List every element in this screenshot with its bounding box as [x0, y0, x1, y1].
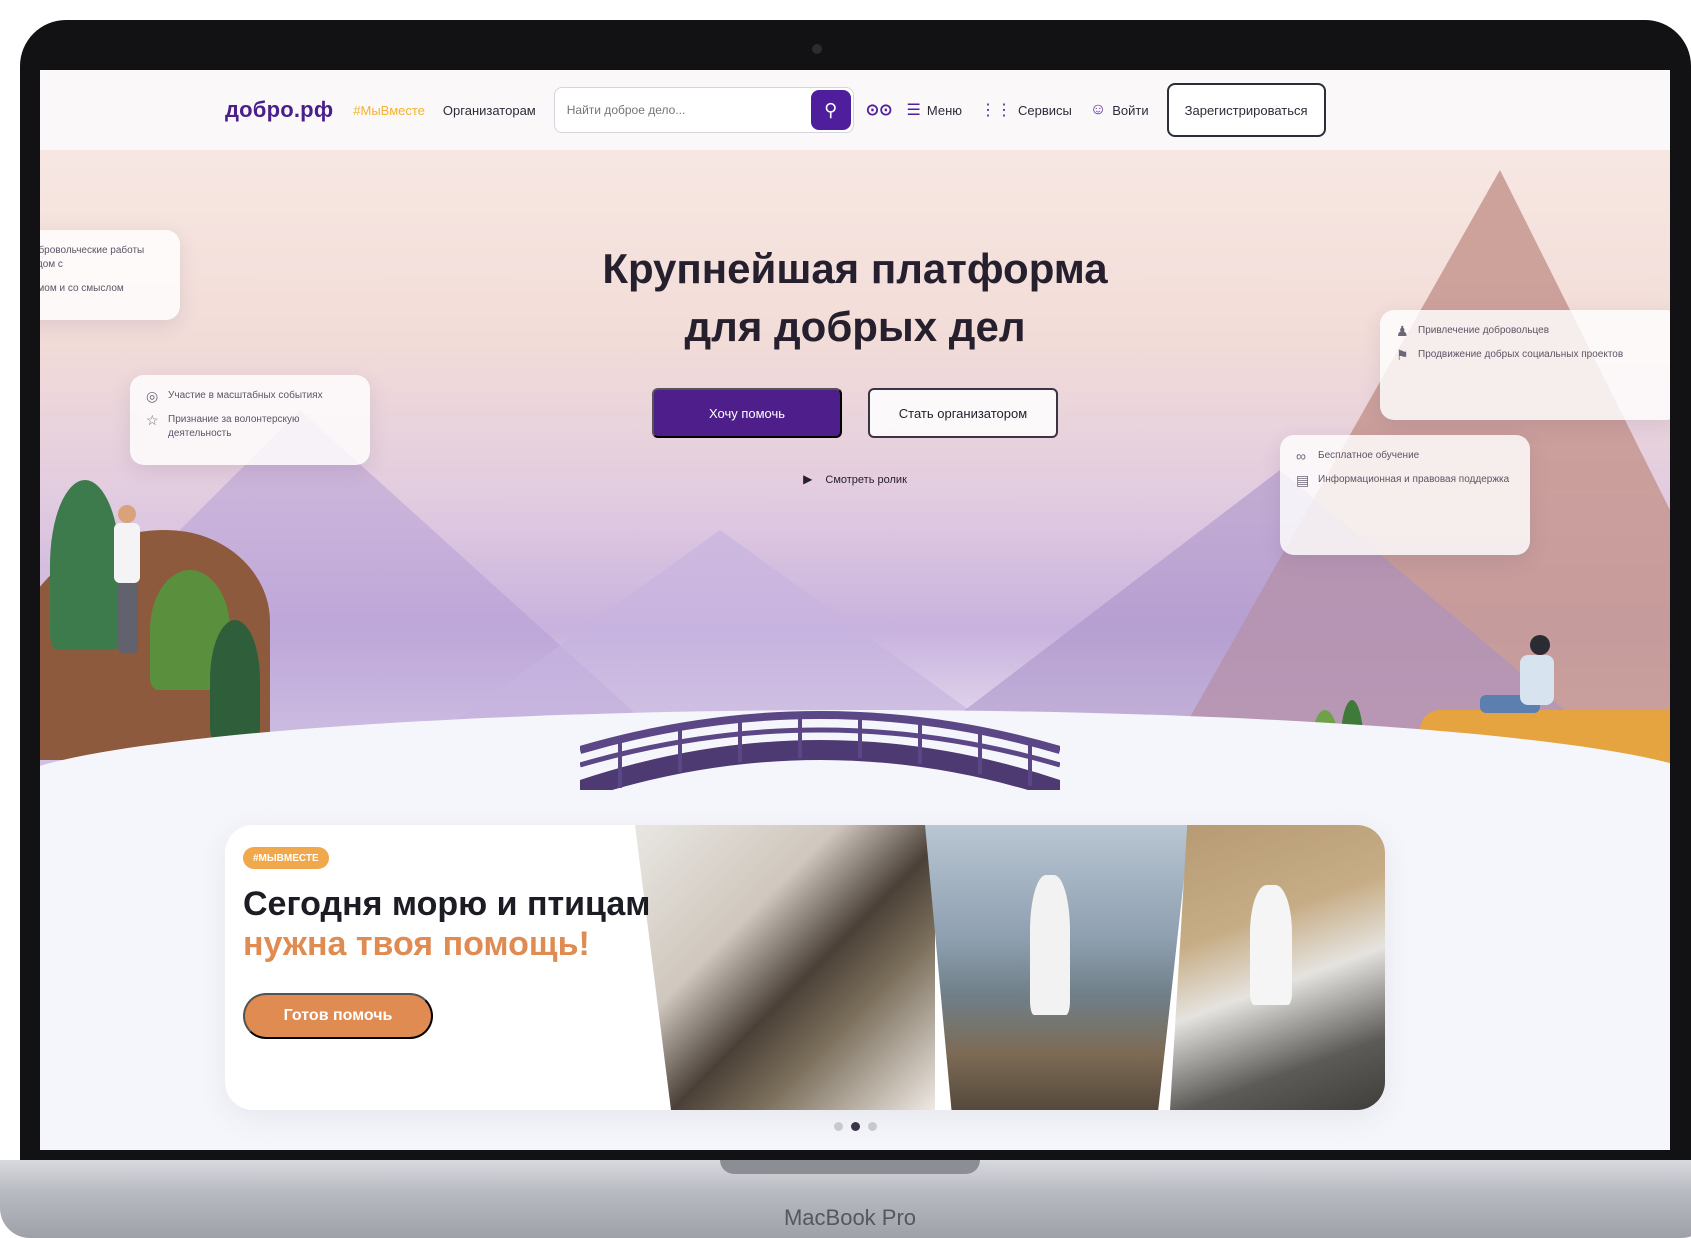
services-button[interactable]: ⋮⋮ Сервисы [980, 100, 1072, 120]
search-icon: ⚲ [824, 99, 838, 120]
bridge-illustration [580, 711, 1060, 790]
menu-button[interactable]: ☰ Меню [907, 100, 962, 120]
play-icon: ▶ [803, 472, 813, 486]
camera [812, 44, 822, 54]
sitting-person-illustration [1530, 635, 1550, 655]
watch-video-label: Смотреть ролик [825, 474, 907, 486]
promo-subtitle: нужна твоя помощь! [243, 925, 590, 963]
laptop-frame: добро.рф #МыВместе Организаторам ⚲ ⊙⊙ ☰ … [0, 10, 1691, 1238]
glasses-icon[interactable]: ⊙⊙ [866, 100, 893, 120]
promo-banner[interactable]: #МЫВМЕСТЕ Сегодня морю и птицам нужна тв… [225, 825, 1385, 1110]
feature-row: ⚑ Продвижение добрых социальных проектов [1396, 348, 1664, 362]
site-header: добро.рф #МыВместе Организаторам ⚲ ⊙⊙ ☰ … [40, 70, 1670, 150]
hiker-illustration [118, 505, 136, 523]
feature-text: Привлечение добровольцев [1418, 325, 1550, 336]
carousel-dot[interactable] [867, 1122, 877, 1131]
feature-text: Участие в масштабных событиях [168, 390, 323, 401]
promo-title: Сегодня морю и птицам [243, 885, 651, 923]
feature-text: Добровольческие работы рядом с [40, 245, 145, 270]
feature-row: ☆ Признание за волонтерскую деятельность [146, 413, 354, 441]
tree-illustration [210, 620, 260, 740]
tree-illustration [50, 480, 120, 650]
register-button[interactable]: Зарегистрироваться [1166, 83, 1326, 137]
feature-text: Информационная и правовая поддержка [1318, 474, 1510, 485]
feature-text: домом и со смыслом [40, 283, 124, 294]
feature-bubble: ◎ Участие в масштабных событиях ☆ Признани… [130, 375, 370, 465]
services-label: Сервисы [1018, 102, 1072, 118]
promo-tag: #МЫВМЕСТЕ [243, 847, 329, 869]
feature-row: ♟ Привлечение добровольцев [1396, 324, 1664, 338]
organizers-link[interactable]: Организаторам [443, 103, 536, 118]
hero-title-line: Крупнейшая платформа [602, 245, 1108, 292]
hiker-illustration [118, 583, 138, 653]
feature-row: ∞ Бесплатное обучение [1296, 449, 1514, 463]
search-button[interactable]: ⚲ [810, 90, 851, 130]
star-icon: ☆ [146, 412, 159, 428]
search-box: ⚲ [553, 87, 854, 133]
hero-section: Крупнейшая платформа для добрых дел Хочу… [40, 150, 1670, 790]
hiker-illustration [114, 523, 140, 583]
model-label: MacBook Pro [783, 1205, 917, 1230]
carousel-dot-active[interactable] [850, 1122, 860, 1131]
globe-icon: ◎ [146, 388, 159, 404]
hamburger-icon: ☰ [906, 102, 921, 119]
feature-bubble: ∞ Бесплатное обучение ▤ Информационная и п… [1280, 435, 1530, 555]
login-label: Войти [1112, 102, 1149, 118]
laptop-notch [720, 1160, 980, 1174]
feature-bubble: ♟ Привлечение добровольцев ⚑ Продвижение д… [1380, 310, 1670, 420]
grid-icon: ⋮⋮ [980, 102, 1013, 119]
hashtag-link[interactable]: #МыВместе [353, 103, 425, 118]
volunteer-figure [1030, 875, 1070, 1015]
people-icon: ♟ [1396, 323, 1409, 339]
ready-to-help-button[interactable]: Готов помочь [243, 993, 433, 1039]
site-logo[interactable]: добро.рф [225, 97, 333, 123]
feature-text: Бесплатное обучение [1318, 450, 1420, 461]
feature-row: ▤ Информационная и правовая поддержка [1296, 473, 1514, 487]
sitting-person-illustration [1520, 655, 1554, 705]
feature-row: ◎ Участие в масштабных событиях [146, 389, 354, 403]
become-organizer-button[interactable]: Стать организатором [868, 388, 1058, 438]
want-help-button[interactable]: Хочу помочь [652, 388, 842, 438]
chat-icon: ▤ [1296, 472, 1310, 488]
glasses-icon: ∞ [1296, 448, 1306, 464]
feature-row: Добровольческие работы рядом с [40, 244, 164, 272]
login-button[interactable]: ☺ Войти [1090, 101, 1149, 119]
oiled-bird-photo [635, 825, 935, 1110]
feature-bubble: Добровольческие работы рядом с домом и с… [40, 230, 180, 320]
award-icon: ⚑ [1396, 347, 1409, 363]
feature-text: Признание за волонтерскую деятельность [168, 414, 300, 439]
user-icon: ☺ [1089, 101, 1107, 118]
carousel-dot[interactable] [833, 1122, 843, 1131]
search-input[interactable] [566, 103, 807, 117]
carousel-pagination [40, 1122, 1670, 1131]
menu-label: Меню [926, 102, 963, 118]
feature-row: домом и со смыслом [40, 282, 164, 296]
feature-text: Продвижение добрых социальных проектов [1418, 349, 1624, 360]
volunteer-figure [1250, 885, 1292, 1005]
browser-viewport: добро.рф #МыВместе Организаторам ⚲ ⊙⊙ ☰ … [40, 70, 1670, 1150]
